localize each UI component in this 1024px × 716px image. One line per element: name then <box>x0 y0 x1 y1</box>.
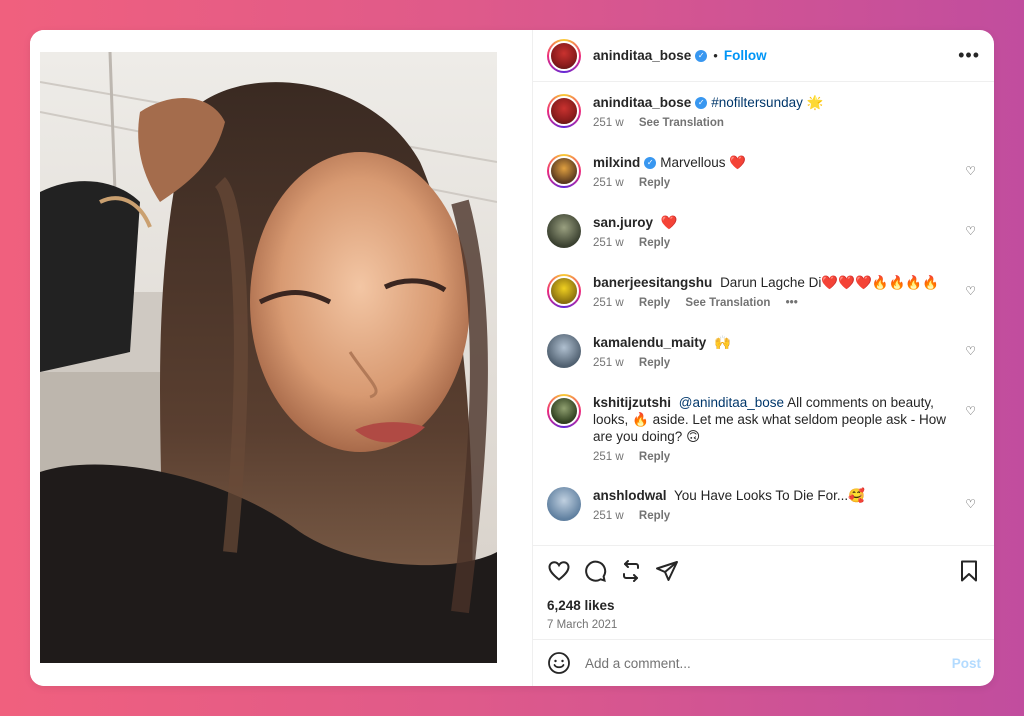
verified-icon: ✓ <box>695 97 708 110</box>
comment-time: 251 w <box>593 177 624 189</box>
post-card: aninditaa_bose ✓ • Follow ••• aninditaa_… <box>30 30 994 686</box>
comment-text: Marvellous ❤️ <box>660 155 747 170</box>
more-icon[interactable]: ••• <box>958 45 980 66</box>
comment-text: 🙌 <box>714 335 731 350</box>
like-comment-heart-icon[interactable]: ♡ <box>965 224 976 238</box>
commenter-username[interactable]: san.juroy <box>593 215 653 230</box>
hashtag-link[interactable]: #nofiltersunday <box>711 95 803 110</box>
commenter-username[interactable]: anshlodwal <box>593 488 667 503</box>
verified-icon: ✓ <box>644 157 657 170</box>
reply-button[interactable]: Reply <box>639 177 670 189</box>
commenter-avatar[interactable] <box>547 487 581 521</box>
comment-more-icon[interactable]: ••• <box>786 297 798 309</box>
follow-button[interactable]: Follow <box>724 48 767 63</box>
emoji-icon[interactable] <box>547 651 571 675</box>
like-comment-heart-icon[interactable]: ♡ <box>965 404 976 418</box>
commenter-avatar[interactable] <box>547 154 581 188</box>
commenter-username[interactable]: kshitijzutshi <box>593 395 671 410</box>
action-icons <box>547 558 981 584</box>
reply-button[interactable]: Reply <box>639 237 670 249</box>
verified-icon: ✓ <box>695 49 708 62</box>
comment-item: anshlodwal You Have Looks To Die For...🥰… <box>547 487 980 544</box>
comment-item: banerjeesitangshu Darun Lagche Di❤️❤️❤️🔥… <box>547 274 980 334</box>
commenter-avatar[interactable] <box>547 394 581 428</box>
commenter-avatar[interactable] <box>547 214 581 248</box>
author-avatar[interactable] <box>547 94 581 128</box>
add-comment-bar: Post <box>533 639 994 686</box>
post-header: aninditaa_bose ✓ • Follow ••• <box>533 30 994 82</box>
comment-item: kshitijzutshi @aninditaa_bose All commen… <box>547 394 980 487</box>
commenter-username[interactable]: kamalendu_maity <box>593 335 706 350</box>
caption-time: 251 w <box>593 117 624 129</box>
comment-time: 251 w <box>593 297 624 309</box>
comment-text: ❤️ <box>660 215 678 230</box>
separator-dot: • <box>713 48 718 63</box>
comment-time: 251 w <box>593 237 624 249</box>
comment-time: 251 w <box>593 357 624 369</box>
commenter-avatar[interactable] <box>547 274 581 308</box>
comment-text: Darun Lagche Di❤️❤️❤️🔥🔥🔥🔥 <box>720 275 940 290</box>
caption-emoji: 🌟 <box>806 95 824 110</box>
mention-link[interactable]: @aninditaa_bose <box>679 395 784 410</box>
post-photo[interactable] <box>40 52 497 663</box>
like-comment-heart-icon[interactable]: ♡ <box>965 164 976 178</box>
comment-item: san.juroy ❤️ 251 w Reply ♡ <box>547 214 980 274</box>
bookmark-icon[interactable] <box>957 559 981 583</box>
caption: aninditaa_bose ✓ #nofiltersunday 🌟 251 w S… <box>547 94 980 154</box>
caption-username[interactable]: aninditaa_bose <box>593 95 691 110</box>
post-side-panel: aninditaa_bose ✓ • Follow ••• aninditaa_… <box>532 30 994 686</box>
like-comment-heart-icon[interactable]: ♡ <box>965 284 976 298</box>
reply-button[interactable]: Reply <box>639 297 670 309</box>
reply-button[interactable]: Reply <box>639 451 670 463</box>
comment-item: milxind ✓ Marvellous ❤️ 251 w Reply ♡ <box>547 154 980 214</box>
post-comment-button[interactable]: Post <box>952 656 981 671</box>
comment-icon[interactable] <box>583 559 607 583</box>
comment-time: 251 w <box>593 510 624 522</box>
author-avatar[interactable] <box>547 38 581 73</box>
see-translation-button[interactable]: See Translation <box>639 117 724 129</box>
heart-icon[interactable] <box>547 559 571 583</box>
share-icon[interactable] <box>655 559 679 583</box>
post-actions: 6,248 likes 7 March 2021 <box>533 545 994 631</box>
comments-list[interactable]: aninditaa_bose ✓ #nofiltersunday 🌟 251 w S… <box>533 82 994 544</box>
comment-time: 251 w <box>593 451 624 463</box>
comment-input[interactable] <box>585 655 952 671</box>
author-username[interactable]: aninditaa_bose <box>593 48 691 63</box>
comment-text: You Have Looks To Die For...🥰 <box>674 488 865 503</box>
post-media <box>30 30 532 686</box>
reply-button[interactable]: Reply <box>639 357 670 369</box>
repost-icon[interactable] <box>619 559 643 583</box>
like-comment-heart-icon[interactable]: ♡ <box>965 344 976 358</box>
comment-item: kamalendu_maity 🙌 251 w Reply ♡ <box>547 334 980 394</box>
like-comment-heart-icon[interactable]: ♡ <box>965 497 976 511</box>
selfie-image <box>40 52 497 663</box>
likes-count[interactable]: 6,248 likes <box>547 598 981 613</box>
commenter-username[interactable]: milxind <box>593 155 640 170</box>
commenter-avatar[interactable] <box>547 334 581 368</box>
see-translation-button[interactable]: See Translation <box>685 297 770 309</box>
post-date[interactable]: 7 March 2021 <box>547 619 981 631</box>
commenter-username[interactable]: banerjeesitangshu <box>593 275 712 290</box>
reply-button[interactable]: Reply <box>639 510 670 522</box>
